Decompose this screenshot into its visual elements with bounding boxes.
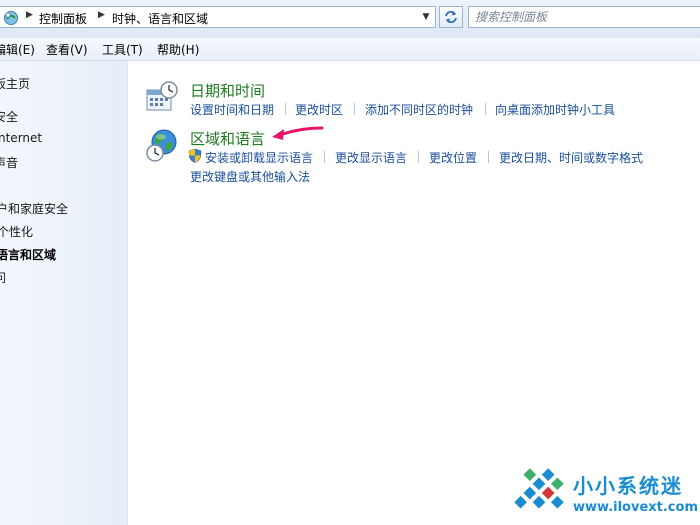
search-box[interactable] xyxy=(468,6,700,28)
link-separator xyxy=(354,103,355,115)
task-link-change-time-zone[interactable]: 更改时区 xyxy=(295,101,343,118)
task-link-add-clocks[interactable]: 添加不同时区的时钟 xyxy=(365,101,473,118)
calendar-clock-icon xyxy=(146,81,178,111)
nav-item-user-accounts[interactable]: 户和家庭安全 xyxy=(0,200,68,217)
navigation-pane: 板主页 安全 nternet 声音 户和家庭安全 个性化 语言和区域 问 xyxy=(0,61,128,525)
link-separator xyxy=(418,151,419,163)
menu-help[interactable]: 帮助(H) xyxy=(157,41,199,58)
globe-clock-icon xyxy=(146,129,177,162)
task-link-change-location[interactable]: 更改位置 xyxy=(429,149,477,166)
watermark-url: www.ilovext.com xyxy=(573,500,698,515)
uac-shield-icon xyxy=(188,148,202,163)
breadcrumb-separator-icon[interactable]: ▶ xyxy=(26,10,33,20)
link-separator xyxy=(485,103,486,115)
address-dropdown-icon[interactable]: ▼ xyxy=(418,8,434,26)
task-link-set-date-time[interactable]: 设置时间和日期 xyxy=(190,101,274,118)
breadcrumb-clock-language-region[interactable]: 时钟、语言和区域 xyxy=(112,10,208,27)
menu-tools[interactable]: 工具(T) xyxy=(102,41,143,58)
menu-view[interactable]: 查看(V) xyxy=(46,41,88,58)
menu-edit[interactable]: 编辑(E) xyxy=(0,41,35,58)
watermark-logo-icon xyxy=(514,468,564,509)
task-link-change-keyboards[interactable]: 更改键盘或其他输入法 xyxy=(190,168,310,185)
address-bar: ▶ 控制面板 ▶ 时钟、语言和区域 ▼ xyxy=(0,0,700,39)
link-separator xyxy=(324,151,325,163)
breadcrumb-separator-icon[interactable]: ▶ xyxy=(98,10,105,20)
annotation-arrow-icon xyxy=(272,126,324,140)
control-panel-icon xyxy=(4,11,18,25)
nav-item-personalization[interactable]: 个性化 xyxy=(0,223,33,240)
breadcrumb-control-panel[interactable]: 控制面板 xyxy=(39,10,87,27)
search-input[interactable] xyxy=(475,7,693,27)
nav-item-clock-language-region[interactable]: 语言和区域 xyxy=(0,246,56,263)
task-link-change-formats[interactable]: 更改日期、时间或数字格式 xyxy=(499,149,643,166)
link-separator xyxy=(488,151,489,163)
category-title-region-language[interactable]: 区域和语言 xyxy=(190,128,265,149)
task-link-add-clock-gadget[interactable]: 向桌面添加时钟小工具 xyxy=(495,101,615,118)
nav-item-ease-of-access[interactable]: 问 xyxy=(0,269,6,286)
nav-item-hardware-sound[interactable]: 声音 xyxy=(0,154,18,171)
refresh-button[interactable] xyxy=(439,6,463,28)
task-link-install-display-language[interactable]: 安装或卸载显示语言 xyxy=(205,149,313,166)
breadcrumb[interactable]: ▶ 控制面板 ▶ 时钟、语言和区域 ▼ xyxy=(0,6,436,28)
nav-item-control-panel-home[interactable]: 板主页 xyxy=(0,75,30,92)
nav-item-network-internet[interactable]: nternet xyxy=(0,131,42,145)
task-link-change-display-language[interactable]: 更改显示语言 xyxy=(335,149,407,166)
category-title-date-time[interactable]: 日期和时间 xyxy=(190,80,265,101)
refresh-icon xyxy=(445,11,457,23)
link-separator xyxy=(285,103,286,115)
menu-bar: 编辑(E) 查看(V) 工具(T) 帮助(H) xyxy=(0,38,700,61)
watermark-title: 小小系统迷 xyxy=(573,474,683,498)
nav-item-system-security[interactable]: 安全 xyxy=(0,108,18,125)
